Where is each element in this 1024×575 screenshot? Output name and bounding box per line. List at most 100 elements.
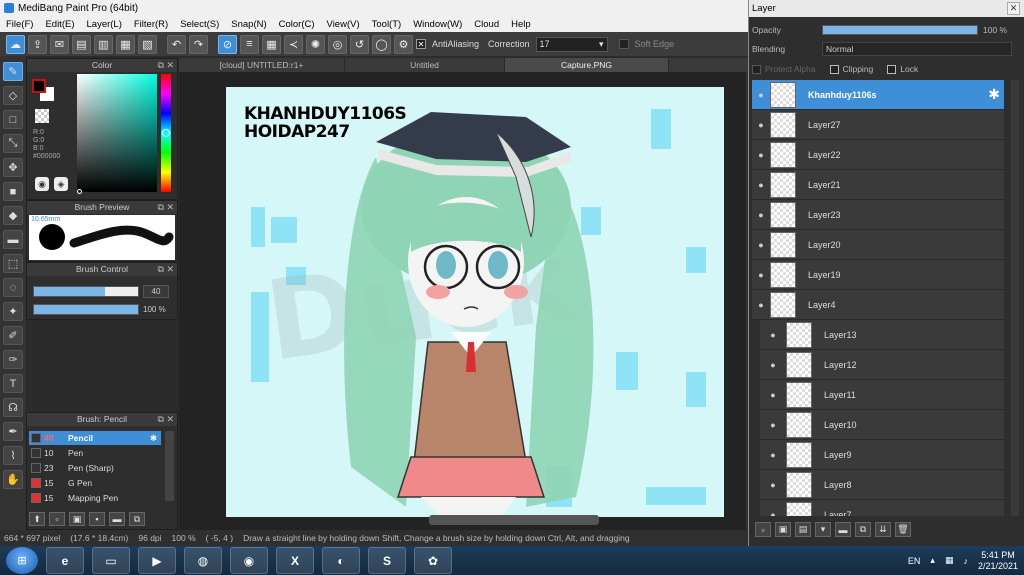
layer-row[interactable]: ● Layer4: [752, 290, 1004, 320]
tab-cloud-untitled[interactable]: [cloud] UNTITLED:r1+: [179, 58, 345, 72]
operation-tool-icon[interactable]: ☊: [3, 398, 23, 417]
cloud-icon[interactable]: ☁: [6, 34, 25, 54]
brush-settings-icon[interactable]: ▣: [69, 512, 85, 526]
coccoc-icon[interactable]: ◍: [184, 547, 222, 574]
blur-tool-icon[interactable]: ⤡: [3, 134, 23, 153]
panel-close-icon[interactable]: ⧉ ✕: [158, 59, 174, 72]
panel-close-icon[interactable]: ⧉ ✕: [158, 263, 174, 276]
visibility-eye-icon[interactable]: ●: [752, 300, 770, 310]
redo-icon[interactable]: ↷: [189, 34, 208, 54]
skype-icon[interactable]: S: [368, 547, 406, 574]
layer-folder-icon[interactable]: ▬: [835, 522, 851, 537]
select-eraser-tool-icon[interactable]: ✑: [3, 350, 23, 369]
visibility-eye-icon[interactable]: ●: [760, 390, 786, 400]
snap-cross-icon[interactable]: ▦: [262, 34, 281, 54]
menu-edit[interactable]: Edit(E): [39, 19, 80, 30]
menu-filter[interactable]: Filter(R): [128, 19, 174, 30]
add-layer-menu-icon[interactable]: ▾: [815, 522, 831, 537]
brush-size-value[interactable]: 40: [143, 285, 169, 298]
add-brush-icon[interactable]: ⬆: [29, 512, 45, 526]
layer-opacity-slider[interactable]: [822, 25, 978, 35]
brush-item[interactable]: 10 Pen: [29, 446, 161, 460]
layer-blending-select[interactable]: Normal: [822, 42, 1012, 56]
brush-opacity-slider[interactable]: [33, 304, 139, 315]
menu-color[interactable]: Color(C): [273, 19, 321, 30]
menu-select[interactable]: Select(S): [174, 19, 225, 30]
layer-row[interactable]: ● Layer8: [760, 470, 1004, 500]
visibility-eye-icon[interactable]: ●: [760, 330, 786, 340]
visibility-eye-icon[interactable]: ●: [752, 180, 770, 190]
drawing-canvas[interactable]: Duck KHANHDUY1106S HOIDAP247: [226, 87, 724, 517]
snap-off-icon[interactable]: ⊘: [218, 34, 237, 54]
brush-list-scrollbar[interactable]: [165, 431, 174, 501]
excel-icon[interactable]: X: [276, 547, 314, 574]
dropper-tool-icon[interactable]: ⌇: [3, 446, 23, 465]
layer-row[interactable]: ● Layer10: [760, 410, 1004, 440]
brush-tool-icon[interactable]: ✎: [3, 62, 23, 81]
media-player-icon[interactable]: ▶: [138, 547, 176, 574]
antialiasing-checkbox[interactable]: ✕: [416, 39, 426, 49]
visibility-eye-icon[interactable]: ●: [752, 120, 770, 130]
layer-row[interactable]: ● Layer13: [760, 320, 1004, 350]
foreground-color-swatch[interactable]: [32, 79, 46, 93]
tray-arrow-icon[interactable]: ▴: [930, 555, 935, 566]
merge-layer-icon[interactable]: ⇊: [875, 522, 891, 537]
volume-icon[interactable]: ♪: [963, 556, 968, 566]
snap-vanish-icon[interactable]: ≺: [284, 34, 303, 54]
new-brush-icon[interactable]: ▫: [49, 512, 65, 526]
layers-icon[interactable]: ▧: [138, 34, 157, 54]
share-icon[interactable]: ⇪: [28, 34, 47, 54]
start-button-icon[interactable]: ⊞: [6, 547, 38, 574]
brush-size-slider[interactable]: [33, 286, 139, 297]
correction-select[interactable]: 17 ▾: [535, 36, 608, 52]
saturation-value-picker[interactable]: [77, 74, 157, 194]
comment-icon[interactable]: ✉: [50, 34, 69, 54]
taskbar-clock[interactable]: 5:41 PM 2/21/2021: [978, 550, 1018, 572]
clipping-checkbox[interactable]: [829, 64, 839, 74]
soft-edge-checkbox[interactable]: [618, 39, 629, 49]
palette-icon[interactable]: ◉: [35, 177, 49, 191]
delete-brush-icon[interactable]: ▪: [89, 512, 105, 526]
snap-settings-icon[interactable]: ⚙: [394, 34, 413, 54]
brush-item[interactable]: 15 Mapping Pen: [29, 491, 161, 505]
lasso-tool-icon[interactable]: ◌: [3, 278, 23, 297]
hand-tool-icon[interactable]: ✋: [3, 470, 23, 489]
fill-rect-tool-icon[interactable]: ■: [3, 182, 23, 201]
layer-row[interactable]: ● Layer12: [760, 350, 1004, 380]
document-icon[interactable]: ▥: [94, 34, 113, 54]
app-icon[interactable]: ◐: [322, 547, 360, 574]
medibang-icon[interactable]: ✿: [414, 547, 452, 574]
tab-capture[interactable]: Capture.PNG: [505, 58, 669, 72]
move-tool-icon[interactable]: ✥: [3, 158, 23, 177]
visibility-eye-icon[interactable]: ●: [752, 150, 770, 160]
layer-row[interactable]: ● Layer20: [752, 230, 1004, 260]
visibility-eye-icon[interactable]: ●: [752, 240, 770, 250]
new-layer-icon[interactable]: ▫: [755, 522, 771, 537]
snap-circle-icon[interactable]: ◎: [328, 34, 347, 54]
visibility-eye-icon[interactable]: ●: [752, 270, 770, 280]
lock-checkbox[interactable]: [887, 64, 897, 74]
explorer-icon[interactable]: ▭: [92, 547, 130, 574]
language-indicator[interactable]: EN: [908, 556, 921, 566]
visibility-eye-icon[interactable]: ●: [760, 480, 786, 490]
hue-slider[interactable]: [161, 74, 171, 192]
duplicate-layer-icon[interactable]: ⧉: [855, 522, 871, 537]
sv-marker[interactable]: [77, 189, 82, 194]
brush-item[interactable]: 15 G Pen: [29, 476, 161, 490]
visibility-eye-icon[interactable]: ●: [760, 360, 786, 370]
menu-tool[interactable]: Tool(T): [366, 19, 408, 30]
layer-row[interactable]: ● Layer11: [760, 380, 1004, 410]
brush-item[interactable]: 40 Pencil ✱: [29, 431, 161, 445]
delete-layer-icon[interactable]: 🗑: [895, 522, 911, 537]
layer-row[interactable]: ● Layer27: [752, 110, 1004, 140]
layer-list-scrollbar[interactable]: [1011, 80, 1019, 516]
menu-layer[interactable]: Layer(L): [81, 19, 128, 30]
layer-row[interactable]: ● Layer9: [760, 440, 1004, 470]
select-tool-icon[interactable]: ⬚: [3, 254, 23, 273]
undo-icon[interactable]: ↶: [167, 34, 186, 54]
bucket-tool-icon[interactable]: ◆: [3, 206, 23, 225]
eraser-tool-icon[interactable]: ◇: [3, 86, 23, 105]
panel-close-icon[interactable]: ⧉ ✕: [158, 201, 174, 214]
menu-window[interactable]: Window(W): [407, 19, 468, 30]
brush-item[interactable]: 23 Pen (Sharp): [29, 461, 161, 475]
